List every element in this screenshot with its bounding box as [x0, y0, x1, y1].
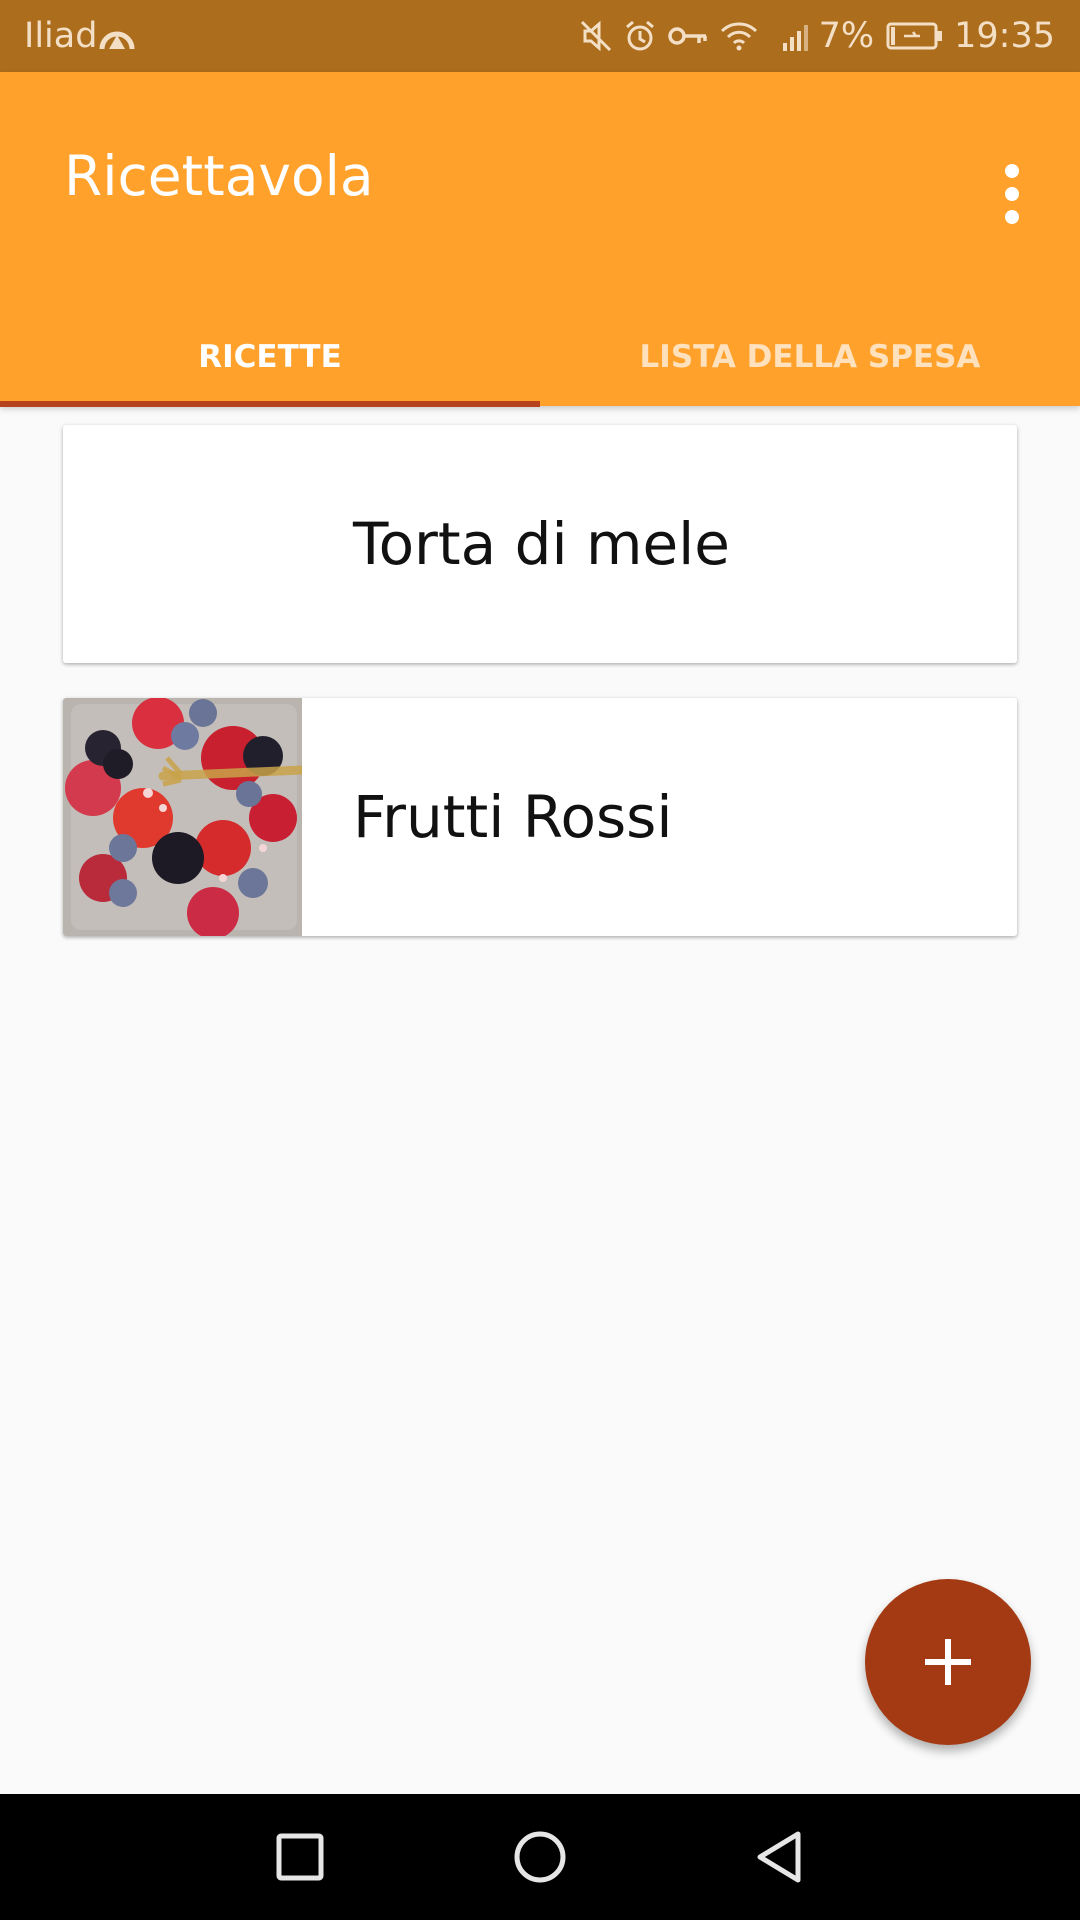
battery-charging-icon [886, 22, 943, 50]
tab-lista-della-spesa[interactable]: LISTA DELLA SPESA [540, 308, 1080, 406]
carrier-label: Iliad [24, 16, 98, 56]
more-options-button[interactable] [995, 154, 1031, 234]
recipe-title: Torta di mele [353, 510, 730, 578]
recipe-title: Frutti Rossi [353, 783, 673, 851]
more-vert-icon-dot [1005, 210, 1019, 224]
status-bar: Iliad 7% 19:35 [0, 0, 1080, 72]
navigation-bar [0, 1794, 1080, 1920]
plus-icon [925, 1639, 971, 1685]
back-icon[interactable] [745, 1822, 815, 1892]
recents-icon[interactable] [265, 1822, 335, 1892]
wifi-icon [720, 22, 757, 51]
more-vert-icon [1005, 164, 1019, 178]
tab-indicator [0, 401, 540, 407]
recipe-card[interactable]: Torta di mele [63, 425, 1017, 663]
recipe-card[interactable]: Frutti Rossi [63, 698, 1017, 936]
status-bar-right: 7% 19:35 [579, 0, 1055, 72]
tab-ricette[interactable]: RICETTE [0, 308, 540, 406]
status-bar-left: Iliad [24, 0, 135, 72]
add-recipe-button[interactable] [865, 1579, 1031, 1745]
tab-label-lista-della-spesa: LISTA DELLA SPESA [639, 339, 981, 375]
berries-photo [63, 698, 302, 936]
home-icon[interactable] [505, 1822, 575, 1892]
app-bar: Ricettavola RICETTE LISTA DELLA SPESA [0, 72, 1080, 407]
tab-label-ricette: RICETTE [198, 339, 342, 375]
alarm-icon [625, 20, 654, 51]
more-vert-icon-dot [1005, 187, 1019, 201]
clock-time: 19:35 [954, 16, 1055, 56]
app-title: Ricettavola [64, 144, 374, 208]
signal-icon [782, 25, 808, 51]
vpn-key-icon [667, 27, 707, 45]
battery-percent: 7% [818, 16, 875, 56]
mute-icon [580, 20, 611, 52]
hotspot-icon [99, 31, 135, 50]
